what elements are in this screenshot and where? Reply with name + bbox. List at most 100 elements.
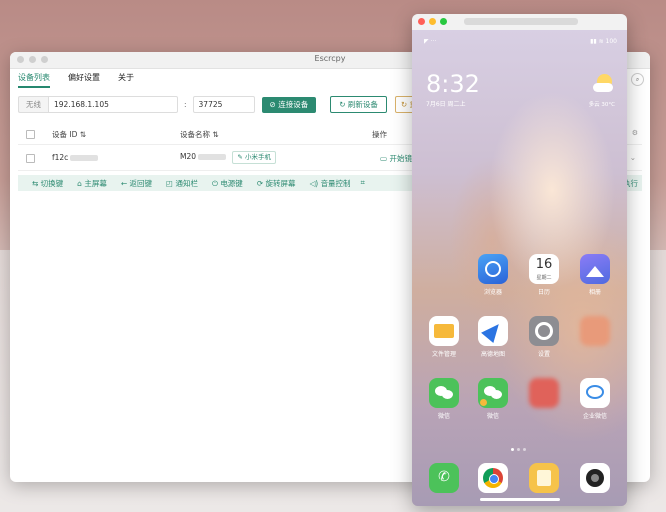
device-model-label: 小米手机 bbox=[244, 153, 271, 161]
phone-mirror-window: ◤ ··· ▮▮ ≋ 100 8:32 7月6日 周二上 多云 30°C 浏览器… bbox=[412, 14, 627, 506]
switch-key-label: 切换键 bbox=[40, 178, 64, 188]
app-label: 高德地图 bbox=[480, 351, 505, 358]
back-button[interactable]: ← 返回键 bbox=[121, 178, 152, 189]
app-label: 企业微信 bbox=[582, 413, 607, 420]
redacted-window-title bbox=[464, 18, 578, 25]
calendar-weekday: 星期二 bbox=[536, 275, 552, 281]
app-wechat[interactable]: 微信 bbox=[422, 378, 466, 420]
app-wechat-clone[interactable]: 微信 bbox=[471, 378, 515, 420]
switch-key-button[interactable]: ⇆ 切换键 bbox=[32, 178, 63, 189]
connection-mode-label: 无线 bbox=[18, 96, 48, 113]
app-calendar[interactable]: 16 星期二 日历 bbox=[522, 254, 566, 296]
header-device-id[interactable]: 设备 ID ⇅ bbox=[52, 129, 86, 140]
column-settings-icon[interactable]: ⚙ bbox=[632, 129, 638, 137]
switch-icon: ⇆ bbox=[32, 178, 41, 188]
app-amap[interactable]: 高德地图 bbox=[471, 316, 515, 358]
calendar-day: 16 bbox=[535, 257, 553, 272]
redacted-app-icon bbox=[580, 316, 610, 346]
expand-row-icon[interactable]: ⌄ bbox=[630, 153, 636, 162]
calendar-icon: 16 星期二 bbox=[529, 254, 559, 284]
notification-bar-button[interactable]: ◰ 通知栏 bbox=[166, 178, 198, 189]
device-id-value: f12c bbox=[52, 153, 69, 162]
app-label: 相册 bbox=[588, 289, 601, 296]
refresh-icon: ↻ bbox=[339, 100, 346, 109]
app-label: 微信 bbox=[486, 413, 499, 420]
redacted-app-icon bbox=[529, 378, 559, 408]
app-gallery[interactable]: 相册 bbox=[573, 254, 617, 296]
more-actions-button[interactable]: ⌗ bbox=[361, 178, 365, 188]
select-all-checkbox[interactable] bbox=[26, 130, 35, 139]
tab-device-list[interactable]: 设备列表 bbox=[18, 72, 50, 88]
status-bar-right: ▮▮ ≋ 100 bbox=[590, 38, 617, 45]
phone-screen[interactable]: ◤ ··· ▮▮ ≋ 100 8:32 7月6日 周二上 多云 30°C 浏览器… bbox=[412, 30, 627, 506]
connect-toolbar: 无线 192.168.1.105 : 37725 ⊘ 连接设备 ↻ 刷新设备 ↻… bbox=[18, 96, 424, 113]
tab-about[interactable]: 关于 bbox=[118, 72, 134, 88]
date-label: 7月6日 周二上 bbox=[426, 101, 466, 108]
sort-icon: ⇅ bbox=[212, 130, 219, 139]
close-window-button[interactable] bbox=[418, 18, 425, 25]
redacted-text bbox=[70, 155, 99, 161]
page-indicator bbox=[511, 448, 526, 451]
header-device-name[interactable]: 设备名称 ⇅ bbox=[180, 129, 219, 140]
app-browser[interactable]: 浏览器 bbox=[471, 254, 515, 296]
header-device-name-label: 设备名称 bbox=[180, 130, 210, 139]
header-device-id-label: 设备 ID bbox=[52, 130, 78, 139]
ip-address-input[interactable]: 192.168.1.105 bbox=[48, 96, 178, 113]
device-model-badge[interactable]: ✎ 小米手机 bbox=[232, 151, 276, 164]
start-mirror-label: 开始镜 bbox=[389, 154, 412, 163]
maximize-window-button[interactable] bbox=[440, 18, 447, 25]
dock-notes[interactable] bbox=[522, 463, 566, 493]
port-input[interactable]: 37725 bbox=[192, 96, 255, 113]
search-icon[interactable]: ⌕ bbox=[631, 73, 644, 86]
refresh-devices-label: 刷新设备 bbox=[347, 100, 378, 109]
status-bar-left: ◤ ··· bbox=[424, 38, 437, 45]
rotate-screen-button[interactable]: ⟳ 旋转屏幕 bbox=[257, 178, 296, 189]
minimize-window-button[interactable] bbox=[429, 18, 436, 25]
app-label: 文件管理 bbox=[431, 351, 456, 358]
device-name-cell: M20 ✎ 小米手机 bbox=[180, 151, 276, 164]
power-label: 电源键 bbox=[220, 178, 243, 188]
chrome-icon bbox=[478, 463, 508, 493]
redacted-text bbox=[198, 154, 227, 160]
refresh-devices-button[interactable]: ↻ 刷新设备 bbox=[330, 96, 387, 113]
app-label: 微信 bbox=[437, 413, 450, 420]
app-file-manager[interactable]: 文件管理 bbox=[422, 316, 466, 358]
phone-icon: ✆ bbox=[429, 463, 459, 493]
connect-device-label: 连接设备 bbox=[278, 99, 309, 109]
gear-icon bbox=[529, 316, 559, 346]
volume-control-button[interactable]: ◁) 音量控制 bbox=[309, 178, 350, 189]
back-label: 返回键 bbox=[129, 178, 153, 188]
gallery-icon bbox=[580, 254, 610, 284]
device-id-cell: f12c bbox=[52, 153, 99, 162]
dock-phone[interactable]: ✆ bbox=[422, 463, 466, 493]
start-mirror-button[interactable]: ▭ 开始镜 bbox=[380, 153, 412, 164]
dock-chrome[interactable] bbox=[471, 463, 515, 493]
app-label: 浏览器 bbox=[483, 289, 502, 296]
wecom-icon bbox=[580, 378, 610, 408]
app-blurred[interactable] bbox=[522, 378, 566, 408]
app-wecom[interactable]: 企业微信 bbox=[573, 378, 617, 420]
app-blurred[interactable] bbox=[573, 316, 617, 346]
clock-widget[interactable]: 8:32 bbox=[426, 70, 480, 98]
camera-icon bbox=[580, 463, 610, 493]
rotate-label: 旋转屏幕 bbox=[265, 178, 296, 188]
wechat-icon bbox=[478, 378, 508, 408]
row-checkbox[interactable] bbox=[26, 154, 35, 163]
notes-icon bbox=[529, 463, 559, 493]
power-button[interactable]: ⏻ 电源键 bbox=[212, 178, 243, 189]
weather-icon[interactable] bbox=[593, 74, 615, 92]
gesture-bar[interactable] bbox=[480, 498, 560, 501]
app-settings[interactable]: 设置 bbox=[522, 316, 566, 358]
connect-device-button[interactable]: ⊘ 连接设备 bbox=[261, 96, 317, 113]
weather-label: 多云 30°C bbox=[588, 102, 615, 108]
tab-bar: 设备列表 偏好设置 关于 bbox=[18, 72, 134, 88]
dock-camera[interactable] bbox=[573, 463, 617, 493]
header-actions: 操作 bbox=[372, 130, 387, 139]
edit-icon: ✎ bbox=[237, 153, 243, 161]
navigation-arrow-icon bbox=[478, 316, 508, 346]
home-label: 主屏幕 bbox=[84, 178, 107, 188]
home-button[interactable]: ⌂ 主屏幕 bbox=[77, 178, 107, 189]
link-icon: ⊘ bbox=[269, 99, 276, 109]
tab-preferences[interactable]: 偏好设置 bbox=[68, 72, 100, 88]
browser-icon bbox=[478, 254, 508, 284]
